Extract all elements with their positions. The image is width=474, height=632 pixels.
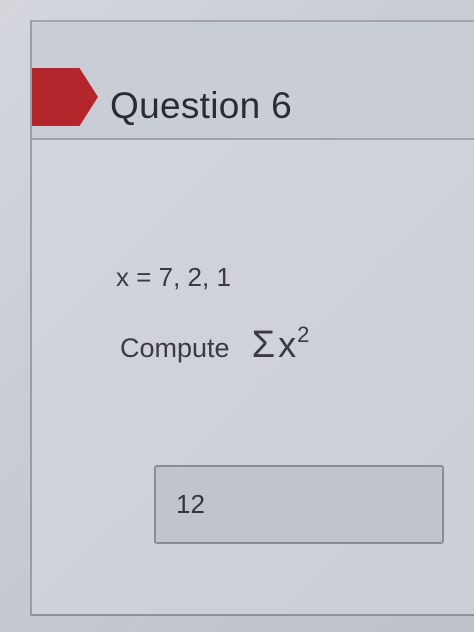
math-exponent: 2 xyxy=(297,322,310,347)
sigma-symbol: Σ xyxy=(251,324,276,366)
screen: Question 6 x = 7, 2, 1 Compute Σ x 2 xyxy=(0,0,474,632)
compute-prompt: Compute Σ x 2 xyxy=(120,322,310,367)
answer-input[interactable] xyxy=(154,465,444,544)
dataset-values: x = 7, 2, 1 xyxy=(116,262,231,292)
sum-of-squares-expression: Σ x 2 xyxy=(251,322,310,367)
math-variable: x xyxy=(278,324,297,365)
prompt-label: Compute xyxy=(120,333,230,363)
